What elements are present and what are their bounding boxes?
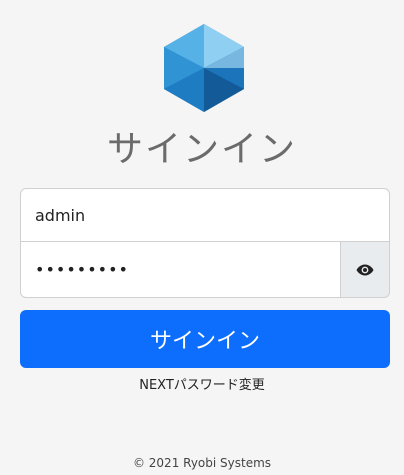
signin-page: サインイン サインイン NEXTパスワード変更 © 2021 Ryobi Sys… (0, 0, 404, 475)
show-password-button[interactable] (340, 242, 390, 298)
signin-button[interactable]: サインイン (20, 310, 390, 368)
page-title: サインイン (106, 129, 297, 170)
change-password-link[interactable]: NEXTパスワード変更 (0, 374, 404, 393)
password-field-group (20, 242, 390, 298)
eye-icon (356, 264, 374, 275)
password-input[interactable] (20, 242, 340, 298)
copyright-footer: © 2021 Ryobi Systems (132, 456, 272, 470)
hexagon-cube-logo (164, 24, 244, 112)
username-input[interactable] (20, 188, 390, 242)
